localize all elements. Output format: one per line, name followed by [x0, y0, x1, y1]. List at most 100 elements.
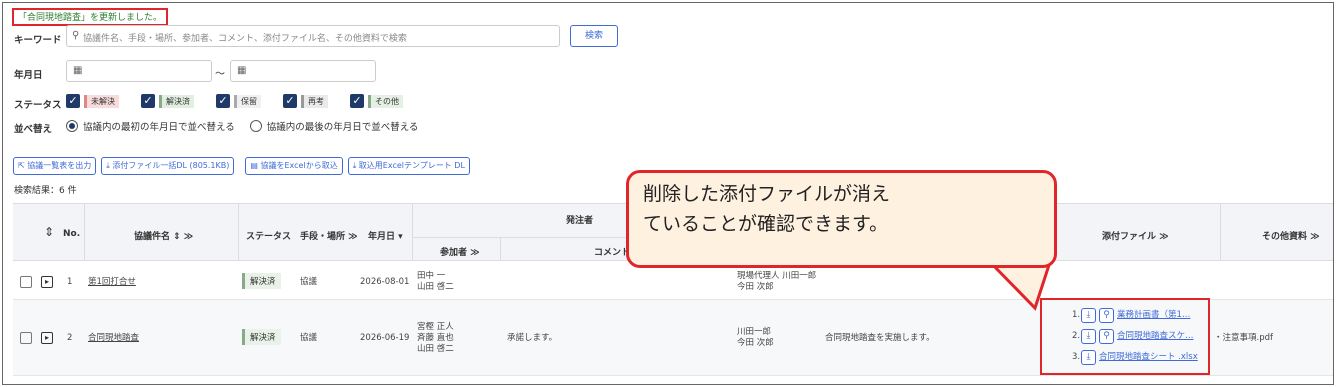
calendar-icon: ▦: [73, 65, 83, 76]
attachment-item: 2. ⤓ ⚲ 合同現地踏査スケ…: [1072, 329, 1194, 344]
result-count: 検索結果：6 件: [14, 186, 77, 196]
date-from-input[interactable]: ▦: [66, 60, 212, 82]
status-badge: 解決済: [242, 329, 281, 345]
col-divider: [238, 203, 239, 261]
attachment-link[interactable]: 合同現地踏査スケ…: [1117, 331, 1194, 342]
row-participant: 宮樫 正人: [417, 322, 454, 332]
header-others[interactable]: その他資料 ≫: [1262, 229, 1320, 242]
radio-unselected-icon[interactable]: [249, 120, 262, 132]
sort-label: 並べ替え: [14, 124, 53, 135]
checkbox-checked-icon[interactable]: ✓: [141, 94, 155, 108]
header-orderer: 発注者: [566, 216, 594, 226]
checkbox-checked-icon[interactable]: ✓: [283, 94, 297, 108]
col-divider: [412, 203, 413, 261]
radio-selected-icon[interactable]: [66, 120, 78, 132]
row-orderer-comment: 承諾します。: [507, 333, 558, 343]
status-badge: 解決済: [242, 273, 281, 289]
import-excel-button[interactable]: ▤ 協議をExcelから取込: [245, 157, 343, 175]
date-to-input[interactable]: ▦: [230, 60, 376, 82]
row-no: 2: [67, 333, 73, 343]
attachment-item: 3. ⤓ 合同現地踏査シート .xlsx: [1072, 350, 1198, 365]
row-contractor: 今田 次郎: [737, 282, 774, 292]
search-icon: ⚲: [72, 30, 80, 41]
status-badge-hold: 保留: [234, 94, 261, 108]
status-filter-resolved[interactable]: ✓ 解決済: [141, 94, 194, 108]
col-divider: [500, 237, 501, 261]
keyword-label: キーワード: [14, 35, 62, 46]
row-comment: 合同現地踏査を実施します。: [825, 333, 935, 343]
status-filter-other[interactable]: ✓ その他: [350, 94, 403, 108]
row-method: 協議: [300, 333, 318, 343]
checkbox-checked-icon[interactable]: ✓: [216, 94, 230, 108]
row-no: 1: [67, 277, 73, 287]
status-filter-unresolved[interactable]: ✓ 未解決: [66, 94, 119, 108]
status-badge-reconsider: 再考: [301, 94, 328, 108]
sort-option-last[interactable]: 協議内の最後の年月日で並べ替える: [267, 119, 419, 133]
header-comment: コメント: [594, 248, 631, 258]
export-list-button[interactable]: ⇱ 協議一覧表を出力: [13, 157, 97, 175]
download-icon[interactable]: ⤓: [1081, 308, 1096, 323]
sort-options: 協議内の最初の年月日で並べ替える 協議内の最後の年月日で並べ替える: [66, 119, 418, 133]
header-status: ステータス: [246, 232, 292, 242]
row-select-checkbox[interactable]: [20, 276, 32, 288]
keyword-search-input[interactable]: ⚲ 協議件名、手段・場所、参加者、コメント、添付ファイル名、その他資料で検索: [66, 25, 560, 47]
header-no: No.: [63, 229, 81, 239]
attachment-link[interactable]: 業務計画書（第1…: [1117, 310, 1190, 321]
checkbox-checked-icon[interactable]: ✓: [66, 94, 80, 108]
status-filter-group: ✓ 未解決 ✓ 解決済 ✓ 保留 ✓ 再考 ✓ その他: [66, 94, 403, 108]
sort-option-first[interactable]: 協議内の最初の年月日で並べ替える: [83, 119, 235, 133]
callout-line: ていることが確認できます。: [643, 213, 889, 235]
status-badge-other: その他: [368, 94, 403, 108]
row-title-link[interactable]: 第1回打合せ: [88, 277, 136, 288]
calendar-icon: ▦: [237, 65, 247, 76]
col-divider: [84, 203, 85, 261]
row-contractor: 現場代理人 川田一郎: [737, 271, 817, 281]
row-others: ・注意事項.pdf: [1214, 333, 1274, 343]
header-date[interactable]: 年月日 ▾: [368, 229, 403, 242]
row-participant: 山田 啓二: [417, 282, 454, 292]
callout-box: 削除した添付ファイルが消え ていることが確認できます。: [626, 170, 1057, 268]
status-filter-reconsider[interactable]: ✓ 再考: [283, 94, 328, 108]
row-participant: 田中 一: [417, 271, 446, 281]
date-range-tilde: ～: [215, 69, 225, 80]
row-method: 協議: [300, 277, 318, 287]
status-filter-hold[interactable]: ✓ 保留: [216, 94, 261, 108]
download-icon[interactable]: ⤓: [1081, 329, 1096, 344]
callout-tail: [987, 262, 1052, 311]
status-badge-unresolved: 未解決: [84, 94, 119, 108]
column-order-icon[interactable]: ⇕: [44, 225, 54, 239]
header-participants[interactable]: 参加者 ≫: [440, 245, 480, 258]
header-attachments[interactable]: 添付ファイル ≫: [1102, 229, 1169, 242]
download-icon: ⤓: [352, 161, 357, 170]
header-title[interactable]: 協議件名 ⇕ ≫: [134, 229, 193, 242]
row-title-link[interactable]: 合同現地踏査: [88, 333, 139, 344]
checkbox-checked-icon[interactable]: ✓: [350, 94, 364, 108]
template-download-button[interactable]: ⤓ 取込用Excelテンプレート DL: [347, 157, 470, 175]
row-date: 2026-08-01: [360, 277, 410, 287]
callout-line: 削除した添付ファイルが消え: [643, 183, 891, 205]
header-method[interactable]: 手段・場所 ≫: [300, 229, 358, 242]
expand-row-icon[interactable]: ▸: [41, 332, 53, 344]
export-icon: ⇱: [18, 161, 25, 170]
preview-search-icon[interactable]: ⚲: [1099, 308, 1114, 323]
download-icon[interactable]: ⤓: [1081, 350, 1096, 365]
status-badge-resolved: 解決済: [159, 94, 194, 108]
bulk-download-button[interactable]: ⤓ 添付ファイル一括DL (805.1KB): [101, 157, 235, 175]
expand-row-icon[interactable]: ▸: [41, 276, 53, 288]
row-select-checkbox[interactable]: [20, 332, 32, 344]
row-participant: 山田 啓二: [417, 344, 454, 354]
keyword-placeholder: 協議件名、手段・場所、参加者、コメント、添付ファイル名、その他資料で検索: [83, 34, 407, 44]
update-notice: 「合同現地踏査」を更新しました。: [12, 8, 169, 26]
status-label: ステータス: [14, 100, 62, 111]
date-label: 年月日: [14, 70, 43, 81]
col-divider: [1220, 203, 1221, 261]
file-icon: ▤: [250, 161, 258, 170]
row-contractor: 今田 次郎: [737, 338, 774, 348]
search-button[interactable]: 検索: [570, 25, 618, 47]
attachment-item: 1. ⤓ ⚲ 業務計画書（第1…: [1072, 308, 1190, 323]
row-date: 2026-06-19: [360, 333, 410, 343]
preview-search-icon[interactable]: ⚲: [1099, 329, 1114, 344]
attachment-link[interactable]: 合同現地踏査シート .xlsx: [1099, 352, 1198, 363]
row-contractor: 川田一郎: [737, 327, 772, 337]
action-bar: ⇱ 協議一覧表を出力 ⤓ 添付ファイル一括DL (805.1KB) ▤ 協議をE…: [13, 157, 470, 175]
